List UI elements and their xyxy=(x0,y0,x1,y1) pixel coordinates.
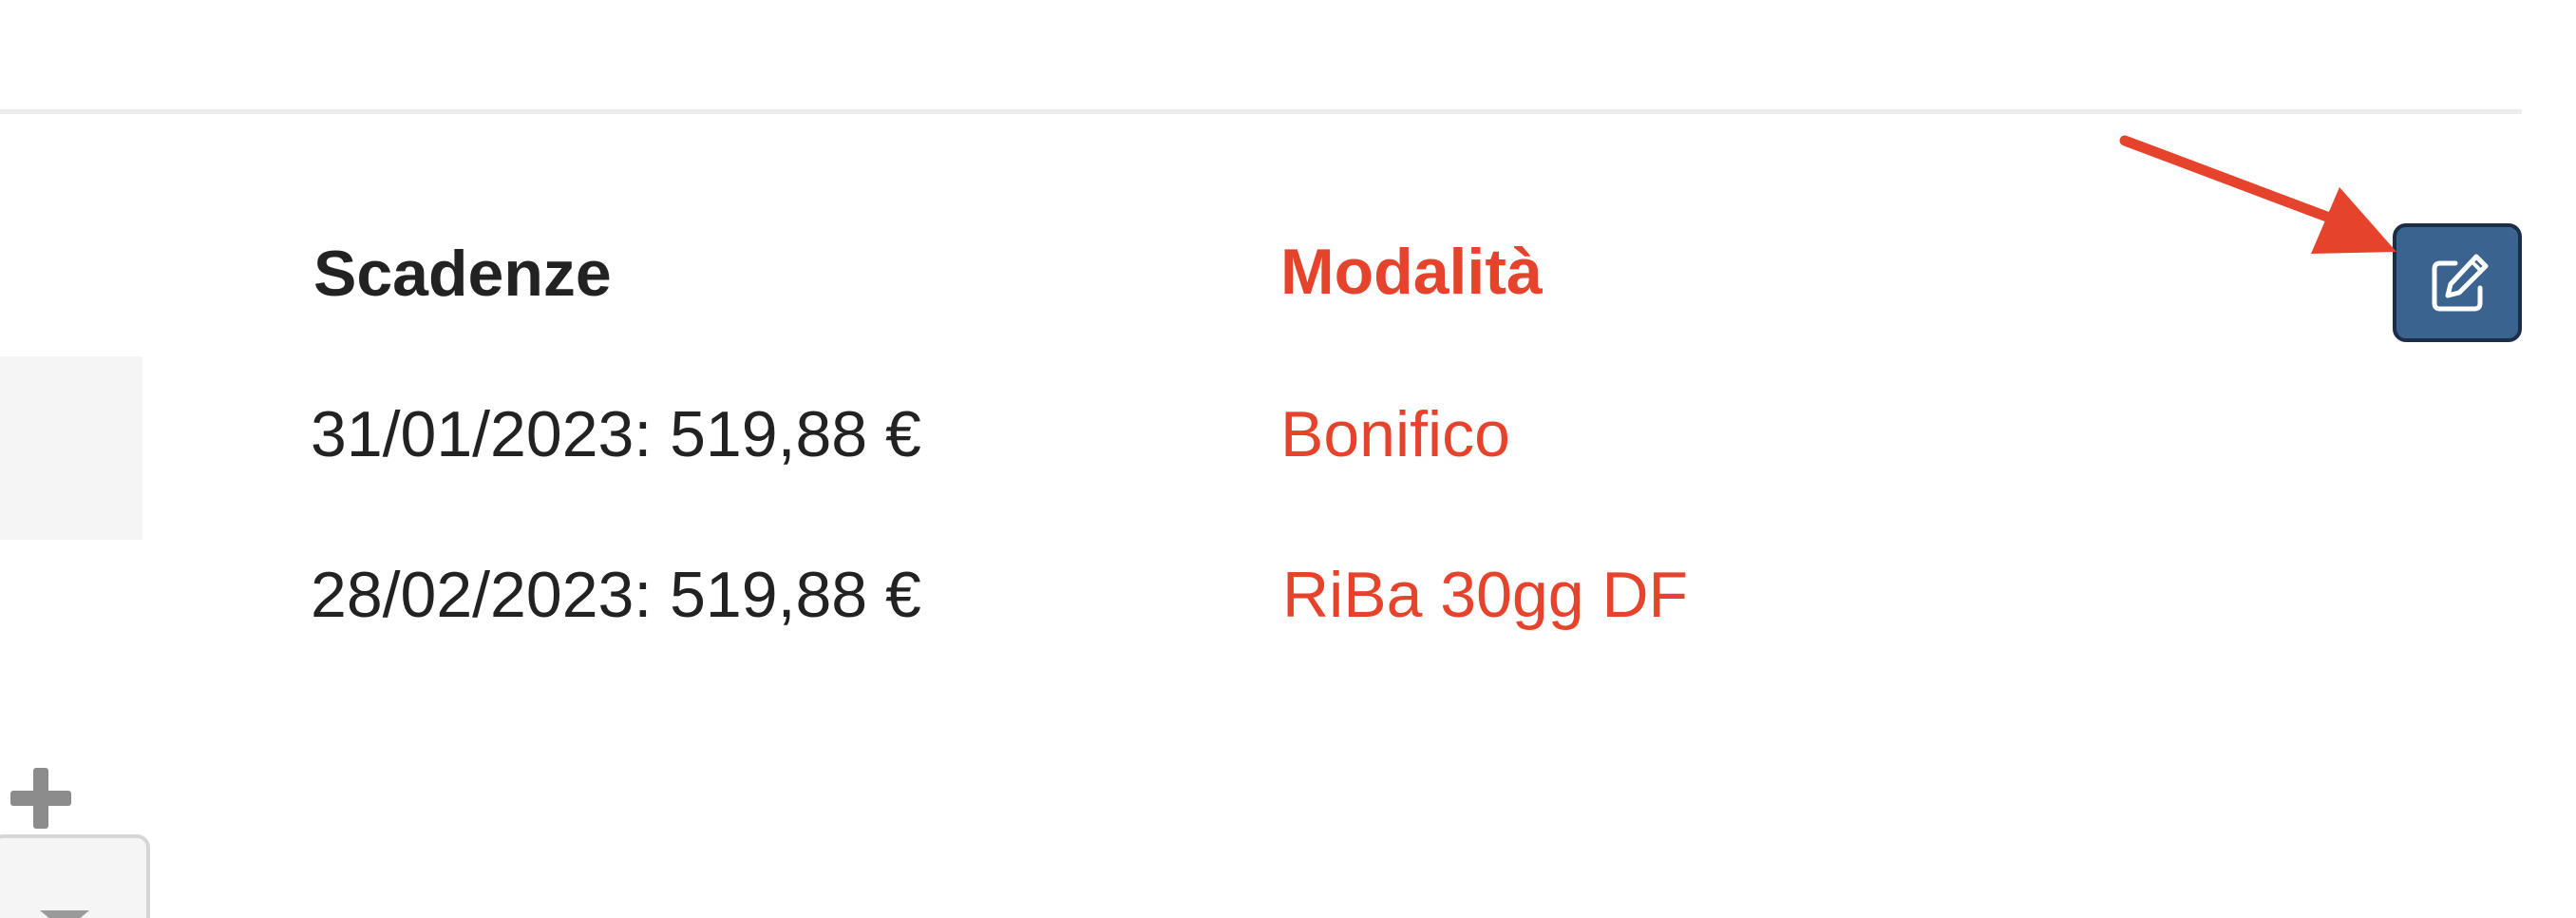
red-arrow-icon xyxy=(2119,135,2396,254)
dropdown-toggle-button[interactable] xyxy=(0,834,150,918)
due-date-row-2: 28/02/2023: 519,88 € xyxy=(311,559,921,631)
due-date-row-1: 31/01/2023: 519,88 € xyxy=(311,398,921,470)
payment-schedule-page: Scadenze Modalità 31/01/2023: 519,88 € B… xyxy=(0,0,2576,918)
plus-icon xyxy=(10,768,71,829)
pencil-square-icon xyxy=(2432,254,2489,312)
payment-method-row-2: RiBa 30gg DF xyxy=(1282,559,1689,631)
column-header-payment-method: Modalità xyxy=(1280,236,1543,308)
payment-method-row-1: Bonifico xyxy=(1280,398,1510,470)
expand-row-button[interactable] xyxy=(0,356,142,829)
edit-button[interactable] xyxy=(2393,223,2522,342)
chevron-down-icon xyxy=(40,910,89,918)
top-divider xyxy=(0,109,2522,114)
column-header-due-dates: Scadenze xyxy=(313,238,612,310)
